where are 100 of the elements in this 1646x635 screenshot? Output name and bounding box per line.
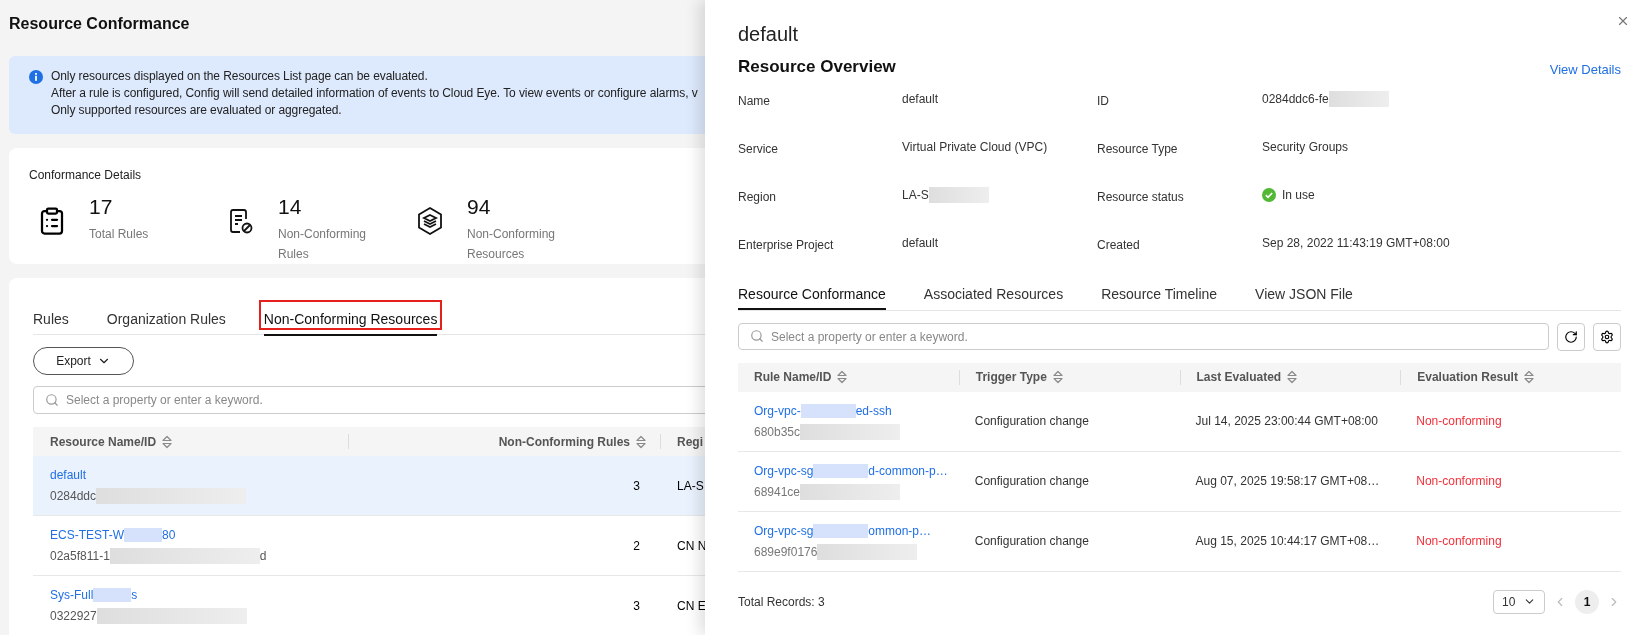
total-records: Total Records: 3 bbox=[738, 593, 825, 611]
table-cell: Configuration change bbox=[974, 414, 1089, 428]
notice-text: Only supported resources are evaluated or aggregated. bbox=[51, 102, 342, 119]
redaction-block bbox=[1328, 90, 1389, 107]
redaction-block bbox=[124, 528, 162, 542]
value-text: default bbox=[902, 234, 939, 252]
value-text: default bbox=[902, 90, 939, 108]
value-text: d bbox=[259, 548, 267, 565]
value-text: In use bbox=[1282, 186, 1315, 204]
name-link[interactable]: s bbox=[131, 586, 138, 604]
name-link[interactable]: Org-vpc-sg bbox=[754, 521, 814, 540]
value-text: 68941ce bbox=[754, 483, 801, 501]
column-header: Trigger Type bbox=[975, 369, 1047, 386]
result-text: Non-conforming bbox=[1416, 414, 1502, 428]
tab[interactable]: View JSON File bbox=[1255, 281, 1353, 310]
stat-label: Non-Conforming Rules bbox=[278, 226, 368, 263]
field-label: Service bbox=[738, 141, 778, 156]
table-cell: Jul 14, 2025 23:00:44 GMT+08:00 bbox=[1195, 414, 1378, 428]
result-text: Non-conforming bbox=[1416, 474, 1502, 488]
field-label: Resource status bbox=[1097, 189, 1184, 204]
table-cell: CN N bbox=[677, 538, 705, 553]
field-label: Resource Type bbox=[1097, 141, 1178, 156]
tab[interactable]: Associated Resources bbox=[923, 281, 1064, 310]
name-link[interactable]: Org-vpc-sg bbox=[754, 461, 814, 480]
column-header: Last Evaluated bbox=[1196, 369, 1282, 386]
stat-label: Total Rules bbox=[89, 226, 150, 243]
check-circle-icon bbox=[1262, 187, 1276, 202]
layers-hexagon-icon bbox=[415, 206, 445, 236]
refresh-icon bbox=[1564, 329, 1578, 344]
value-text: Virtual Private Cloud (VPC) bbox=[902, 138, 1048, 156]
value-text: Security Groups bbox=[1262, 138, 1349, 156]
name-link[interactable]: ommon-p… bbox=[868, 521, 932, 540]
field-label: ID bbox=[1097, 93, 1109, 108]
table-cell: Configuration change bbox=[974, 474, 1089, 488]
table-cell-text: 2 bbox=[633, 537, 640, 555]
notice-text: After a rule is configured, Config will send detailed information of events to Cloud Eye. To view events or configure alarms, v bbox=[51, 85, 698, 102]
drawer-title: default bbox=[738, 22, 799, 46]
table-cell: LA-S bbox=[677, 478, 704, 493]
result-text: Non-conforming bbox=[1416, 534, 1502, 548]
field-label: Name bbox=[738, 93, 770, 108]
tab[interactable]: Organization Rules bbox=[106, 300, 226, 336]
field-label: Enterprise Project bbox=[738, 237, 834, 252]
name-link[interactable]: ECS-TEST-W bbox=[50, 526, 124, 544]
column-header: Resource Name/ID bbox=[50, 433, 157, 451]
view-details-link[interactable]: View Details bbox=[1549, 60, 1621, 80]
column-header: Regi bbox=[677, 433, 703, 451]
stat-value: 17 bbox=[89, 194, 113, 220]
refresh-button[interactable] bbox=[1557, 322, 1585, 351]
sort-icon[interactable] bbox=[636, 434, 646, 449]
info-icon bbox=[29, 70, 43, 84]
value-text: LA-S bbox=[902, 186, 929, 204]
column-header: Evaluation Result bbox=[1417, 369, 1518, 386]
tab[interactable]: Rules bbox=[33, 300, 69, 336]
page-button[interactable]: 1 bbox=[1575, 589, 1599, 614]
stat-value: 14 bbox=[278, 194, 302, 220]
table-cell: CN E bbox=[677, 598, 705, 613]
value-text: Sep 28, 2022 11:43:19 GMT+08:00 bbox=[1262, 234, 1450, 252]
table-cell: Aug 15, 2025 10:44:17 GMT+08… bbox=[1195, 534, 1380, 548]
sort-icon[interactable] bbox=[1052, 370, 1063, 384]
name-link[interactable]: Sys-Full bbox=[50, 586, 94, 604]
redaction-block bbox=[800, 403, 856, 418]
sort-icon[interactable] bbox=[1287, 370, 1298, 384]
notice-text: Only resources displayed on the Resources List page can be evaluated. bbox=[51, 68, 428, 85]
sort-icon[interactable] bbox=[162, 434, 173, 449]
value-text: 0284ddc bbox=[50, 488, 97, 505]
value-text: 0322927 bbox=[50, 608, 97, 625]
table-cell: Configuration change bbox=[974, 534, 1089, 548]
column-header: Non-Conforming Rules bbox=[498, 433, 630, 451]
name-link[interactable]: d-common-p… bbox=[868, 461, 948, 480]
field-label: Region bbox=[738, 189, 777, 204]
column-header: Rule Name/ID bbox=[754, 369, 832, 386]
stat-label: Non-Conforming Resources bbox=[467, 226, 557, 263]
table-row[interactable]: default 0284ddc 3 LA-S bbox=[33, 456, 705, 516]
name-link[interactable]: default bbox=[50, 466, 87, 484]
redaction-block bbox=[93, 588, 132, 602]
tab[interactable]: Resource Timeline bbox=[1101, 281, 1218, 310]
section-title: Resource Overview bbox=[738, 56, 896, 78]
tab[interactable]: Non-Conforming Resources bbox=[263, 300, 438, 336]
search-field[interactable]: Select a property or enter a keyword. bbox=[738, 323, 1549, 350]
page-size-select[interactable]: 10 bbox=[1493, 589, 1545, 614]
table-cell-text: 3 bbox=[633, 477, 640, 495]
settings-icon bbox=[1600, 329, 1614, 344]
close-icon[interactable] bbox=[1616, 14, 1630, 28]
name-link[interactable]: Org-vpc- bbox=[754, 401, 801, 420]
search-icon bbox=[45, 393, 59, 407]
tab[interactable]: Resource Conformance bbox=[738, 281, 886, 310]
search-icon bbox=[750, 329, 764, 343]
redaction-block bbox=[813, 463, 869, 478]
value-text: 0284ddc6-fe bbox=[1262, 90, 1329, 108]
search-field[interactable]: Select a property or enter a keyword. bbox=[33, 386, 705, 414]
table-cell-text: 3 bbox=[633, 597, 640, 615]
value-text: 02a5f811-1 bbox=[50, 548, 110, 565]
sort-icon[interactable] bbox=[837, 370, 848, 384]
settings-button[interactable] bbox=[1593, 322, 1621, 351]
redaction-block bbox=[928, 186, 989, 203]
card-title: Conformance Details bbox=[29, 167, 142, 184]
page-title: Resource Conformance bbox=[9, 14, 190, 34]
name-link[interactable]: ed-ssh bbox=[855, 401, 892, 420]
name-link[interactable]: 80 bbox=[162, 526, 176, 544]
sort-icon[interactable] bbox=[1523, 370, 1534, 384]
